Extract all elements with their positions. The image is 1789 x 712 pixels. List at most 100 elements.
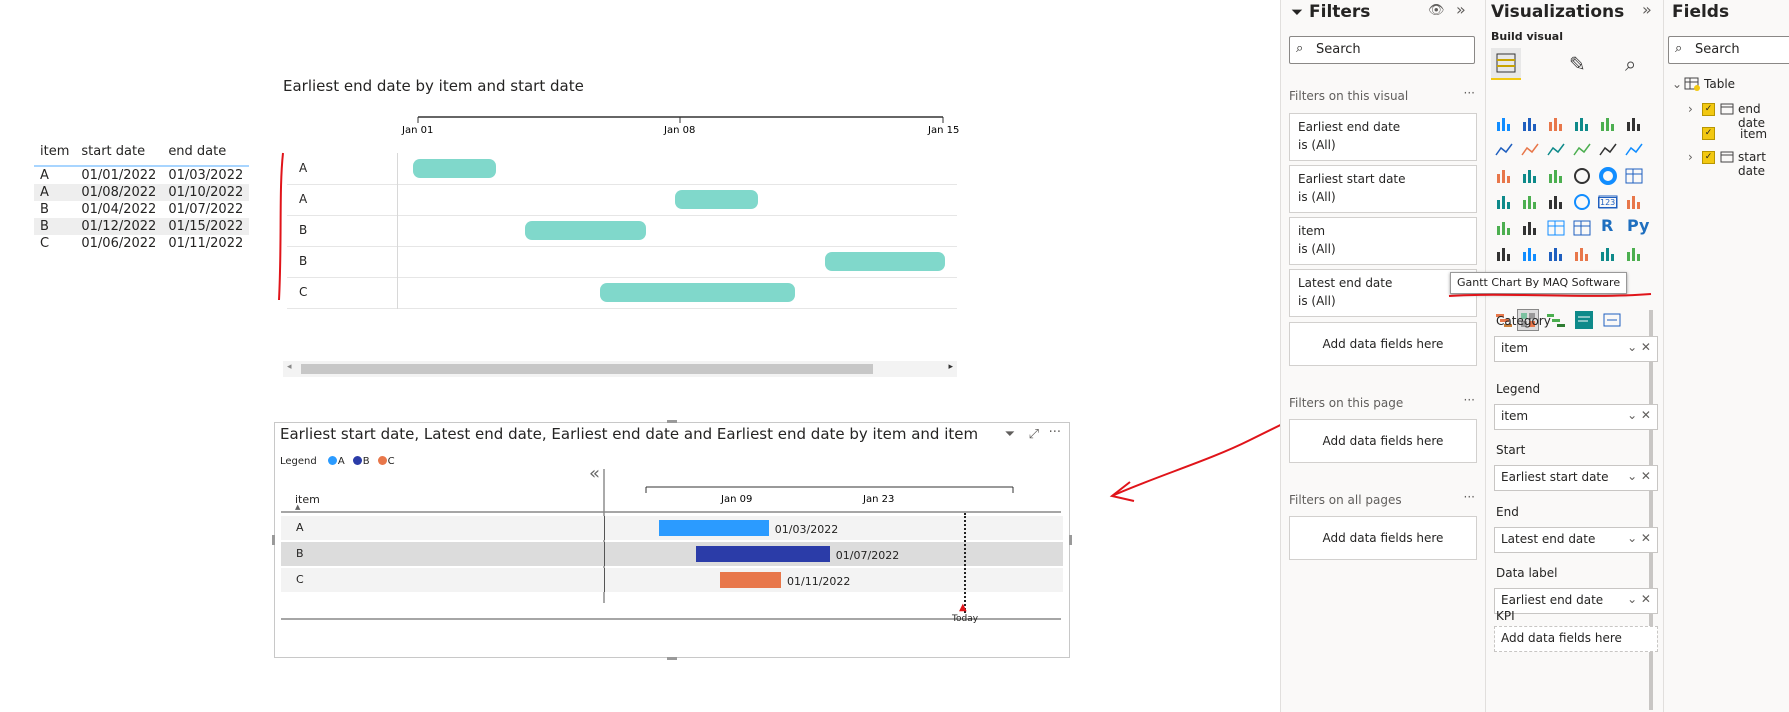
format-visual-icon[interactable]: ✎ <box>1569 52 1586 76</box>
col-header[interactable]: item <box>34 140 76 167</box>
field-well[interactable]: item ⌄ ✕ <box>1494 336 1658 362</box>
filter-card[interactable]: item is (All) <box>1289 217 1477 265</box>
power-apps-icon[interactable] <box>1624 244 1644 264</box>
col-header[interactable]: end date <box>162 140 250 167</box>
100-column-icon[interactable] <box>1624 114 1644 134</box>
more-icon[interactable]: ··· <box>1464 393 1475 407</box>
filter-card[interactable]: Earliest end date is (All) <box>1289 113 1477 161</box>
100-bar-icon[interactable] <box>1598 114 1618 134</box>
card-visual-icon[interactable] <box>1602 310 1622 330</box>
checkbox-checked-icon[interactable]: ✓ <box>1702 151 1715 164</box>
field-well[interactable]: Earliest start date ⌄ ✕ <box>1494 465 1658 491</box>
kpi-icon[interactable] <box>1494 218 1514 238</box>
col-header[interactable]: start date <box>75 140 163 167</box>
area-icon[interactable] <box>1520 140 1540 160</box>
multirow-card-icon[interactable] <box>1624 192 1644 212</box>
donut-icon[interactable] <box>1598 166 1618 186</box>
checkbox-checked-icon[interactable]: ✓ <box>1702 127 1715 140</box>
eye-icon[interactable]: 👁 <box>1428 3 1445 18</box>
matrix-icon[interactable] <box>1572 218 1592 238</box>
field-well[interactable]: Earliest end date ⌄ ✕ <box>1494 588 1658 614</box>
add-fields-dropzone[interactable]: Add data fields here <box>1289 516 1477 560</box>
scroll-right-icon[interactable]: ▸ <box>948 362 953 372</box>
analytics-icon[interactable]: ⌕ <box>1625 52 1636 76</box>
stacked-column-icon[interactable] <box>1520 114 1540 134</box>
chevron-down-remove-icon[interactable]: ⌄ ✕ <box>1627 469 1651 483</box>
waterfall-icon[interactable] <box>1494 166 1514 186</box>
gantt1-bar[interactable] <box>824 252 945 271</box>
filters-search-input[interactable]: ⌕ Search <box>1289 36 1475 64</box>
field-item[interactable]: start date <box>1738 150 1789 178</box>
kpi-dropzone[interactable]: Add data fields here <box>1494 626 1658 652</box>
chevron-down-remove-icon[interactable]: ⌄ ✕ <box>1627 340 1651 354</box>
clustered-bar-icon[interactable] <box>1546 114 1566 134</box>
resize-handle[interactable] <box>272 535 275 545</box>
gantt1-tick: Jan 15 <box>927 125 959 136</box>
treemap-icon[interactable] <box>1624 166 1644 186</box>
chevron-right-icon[interactable]: › <box>1688 102 1693 116</box>
scatter-icon[interactable] <box>1546 166 1566 186</box>
gantt1-row: C <box>287 277 957 309</box>
r-visual-icon[interactable]: R <box>1601 216 1613 235</box>
gantt2-bar[interactable] <box>659 520 769 536</box>
gantt2-visual[interactable]: Earliest start date, Latest end date, Ea… <box>272 420 1072 660</box>
build-visual-tab[interactable] <box>1491 48 1521 80</box>
chevron-down-icon[interactable]: ⌄ <box>1672 77 1682 91</box>
field-well[interactable]: Latest end date ⌄ ✕ <box>1494 527 1658 553</box>
key-influencers-icon[interactable] <box>1494 244 1514 264</box>
qa-icon[interactable] <box>1546 244 1566 264</box>
scroll-left-icon[interactable]: ◂ <box>287 362 292 372</box>
field-item[interactable]: end date <box>1738 102 1789 130</box>
paginated-icon[interactable] <box>1572 244 1592 264</box>
map-icon[interactable] <box>1494 192 1514 212</box>
gantt1-bar[interactable] <box>525 221 646 240</box>
collapse-pane-icon[interactable]: » <box>1456 0 1466 19</box>
gantt1-bar[interactable] <box>675 190 758 209</box>
gantt1-bar[interactable] <box>413 159 496 178</box>
decomposition-tree-icon[interactable] <box>1520 244 1540 264</box>
chevron-down-remove-icon[interactable]: ⌄ ✕ <box>1627 592 1651 606</box>
gauge-icon[interactable] <box>1572 192 1592 212</box>
collapse-pane-icon[interactable]: » <box>1642 0 1652 19</box>
field-well[interactable]: item ⌄ ✕ <box>1494 404 1658 430</box>
gantt1-scrollbar[interactable]: ◂ ▸ <box>283 361 957 377</box>
section-label: Filters on this visual <box>1289 89 1409 103</box>
chevron-down-remove-icon[interactable]: ⌄ ✕ <box>1627 408 1651 422</box>
more-icon[interactable]: ··· <box>1464 490 1475 504</box>
funnel-icon[interactable] <box>1520 166 1540 186</box>
stacked-bar-icon[interactable] <box>1494 114 1514 134</box>
chevron-right-icon[interactable]: › <box>1688 150 1693 164</box>
python-visual-icon[interactable]: Py <box>1627 216 1649 235</box>
chevron-down-remove-icon[interactable]: ⌄ ✕ <box>1627 531 1651 545</box>
resize-handle[interactable] <box>667 657 677 660</box>
clustered-column-icon[interactable] <box>1572 114 1592 134</box>
checkbox-checked-icon[interactable]: ✓ <box>1702 103 1715 116</box>
resize-handle[interactable] <box>1069 535 1072 545</box>
azure-map-icon[interactable] <box>1546 192 1566 212</box>
table-name[interactable]: Table <box>1704 77 1735 91</box>
fields-search-input[interactable]: ⌕ Search <box>1668 36 1789 64</box>
add-fields-dropzone[interactable]: Add data fields here <box>1289 419 1477 463</box>
text-visual-icon[interactable] <box>1574 310 1594 330</box>
slicer-icon[interactable] <box>1520 218 1540 238</box>
line-column-icon[interactable] <box>1572 140 1592 160</box>
ribbon-icon[interactable] <box>1624 140 1644 160</box>
stacked-area-icon[interactable] <box>1546 140 1566 160</box>
gantt2-bar[interactable] <box>720 572 781 588</box>
filter-card[interactable]: Earliest start date is (All) <box>1289 165 1477 213</box>
search-placeholder: Search <box>1695 42 1740 57</box>
table-icon[interactable] <box>1546 218 1566 238</box>
add-fields-dropzone[interactable]: Add data fields here <box>1289 322 1477 366</box>
filled-map-icon[interactable] <box>1520 192 1540 212</box>
trophy-icon[interactable] <box>1598 244 1618 264</box>
line-icon[interactable] <box>1494 140 1514 160</box>
gantt1-bar[interactable] <box>600 283 796 302</box>
table-row: B 01/04/2022 01/07/2022 <box>34 201 249 218</box>
field-item[interactable]: item <box>1740 127 1767 141</box>
resize-handle[interactable] <box>667 420 677 423</box>
line-clustered-icon[interactable] <box>1598 140 1618 160</box>
scrollbar-thumb[interactable] <box>301 364 873 374</box>
more-icon[interactable]: ··· <box>1464 86 1475 100</box>
gantt2-bar[interactable] <box>695 546 830 562</box>
pie-icon[interactable] <box>1572 166 1592 186</box>
